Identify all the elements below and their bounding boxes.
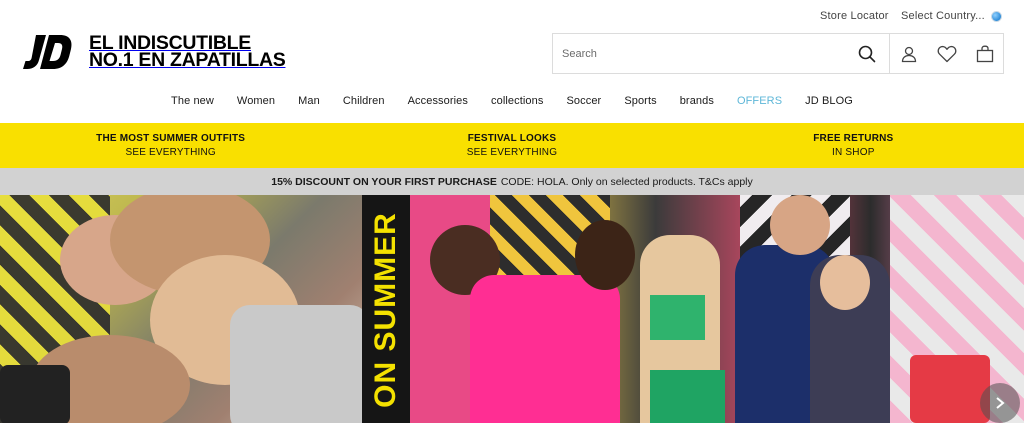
nav-item-soccer[interactable]: Soccer: [555, 95, 613, 113]
header-icon-group: [889, 34, 1004, 73]
promo-subtitle: SEE EVERYTHING: [125, 146, 216, 158]
jd-logo-mark: [23, 35, 72, 69]
nav-item-sports[interactable]: Sports: [613, 95, 668, 113]
hero-strip-text: ON SUMMER: [369, 212, 403, 408]
discount-headline: 15% DISCOUNT ON YOUR FIRST PURCHASE: [271, 175, 497, 188]
search-input[interactable]: [553, 34, 889, 73]
promo-title: FREE RETURNS: [813, 132, 894, 144]
logo-tagline: EL INDISCUTIBLE No.1 EN ZAPATILLAS: [89, 33, 286, 71]
nav-item-brands[interactable]: brands: [668, 95, 725, 113]
promo-festival-looks[interactable]: FESTIVAL LOOKS SEE EVERYTHING: [341, 123, 682, 168]
globe-icon: [990, 10, 1002, 22]
wishlist-button[interactable]: [928, 34, 966, 73]
nav-item-children[interactable]: Children: [331, 95, 396, 113]
hero-next-button[interactable]: [980, 383, 1020, 423]
search-icon[interactable]: [856, 43, 878, 65]
promo-bar: THE MOST SUMMER OUTFITS SEE EVERYTHING F…: [0, 123, 1024, 168]
nav-item-man[interactable]: Man: [287, 95, 332, 113]
promo-title: FESTIVAL LOOKS: [467, 132, 557, 144]
promo-free-returns[interactable]: FREE RETURNS IN SHOP: [683, 123, 1024, 168]
nav-item-the-new[interactable]: The new: [160, 95, 226, 113]
hero-divider-strip: ON SUMMER: [362, 195, 410, 423]
search-bar: [552, 33, 1004, 74]
hero-image-left: [0, 195, 362, 423]
nav-item-collections[interactable]: collections: [480, 95, 555, 113]
account-button[interactable]: [890, 34, 928, 73]
nav-item-jd-blog[interactable]: JD BLOG: [794, 95, 865, 113]
main-navigation: The new Women Man Children Accessories c…: [0, 95, 1024, 113]
promo-title: THE MOST SUMMER OUTFITS: [96, 132, 246, 144]
nav-item-accessories[interactable]: Accessories: [396, 95, 479, 113]
heart-icon: [937, 45, 957, 62]
select-country-link[interactable]: Select Country...: [901, 10, 1002, 22]
discount-details: CODE: HOLA. Only on selected products. T…: [500, 175, 753, 188]
bag-icon: [976, 45, 994, 62]
utility-bar: Store Locator Select Country...: [0, 0, 1024, 32]
promo-summer-outfits[interactable]: THE MOST SUMMER OUTFITS SEE EVERYTHING: [0, 123, 341, 168]
nav-item-women[interactable]: Women: [225, 95, 286, 113]
logo-tagline-line2: No.1 EN ZAPATILLAS: [89, 49, 286, 71]
site-logo[interactable]: EL INDISCUTIBLE No.1 EN ZAPATILLAS: [22, 32, 286, 72]
hero-banner[interactable]: ON SUMMER: [0, 195, 1024, 423]
promo-subtitle: IN SHOP: [832, 146, 875, 158]
user-icon: [901, 46, 917, 62]
hero-image-right: [410, 195, 1024, 423]
discount-banner: 15% DISCOUNT ON YOUR FIRST PURCHASE CODE…: [0, 168, 1024, 195]
select-country-label: Select Country...: [901, 10, 985, 22]
bag-button[interactable]: [966, 34, 1004, 73]
store-locator-link[interactable]: Store Locator: [820, 10, 889, 22]
nav-item-offers[interactable]: OFFERS: [725, 95, 793, 113]
chevron-right-icon: [996, 397, 1005, 409]
promo-subtitle: SEE EVERYTHING: [466, 146, 558, 158]
